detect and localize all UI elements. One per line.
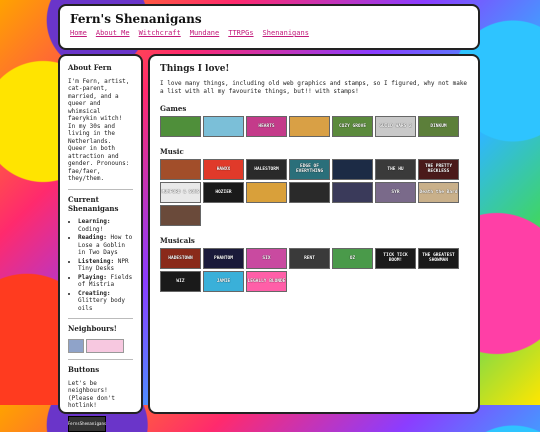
neighbour-button[interactable] — [68, 339, 84, 353]
list-item: Learning: Coding! — [78, 218, 133, 233]
neighbour-buttons — [68, 339, 133, 353]
stamp-tile[interactable]: HALESTORM — [246, 158, 287, 180]
stamp-tile[interactable]: DINKUM — [418, 115, 459, 137]
stamp-tile[interactable] — [160, 204, 201, 226]
nav-about-me[interactable]: About Me — [96, 29, 130, 37]
nav-mundane[interactable]: Mundane — [190, 29, 220, 37]
stamp-tile[interactable] — [160, 158, 201, 180]
divider — [68, 188, 133, 190]
section-heading: Games — [160, 103, 187, 113]
stamp-tile[interactable]: HEARTS — [246, 115, 287, 137]
main-content: Things I love! I love many things, inclu… — [148, 54, 480, 414]
list-item: Listening: NPR Tiny Desks — [78, 258, 133, 273]
stamp-tile[interactable]: LEGALLY BLONDE — [246, 270, 287, 292]
shenanigans-list: Learning: Coding! Reading: How to Lose a… — [68, 218, 133, 312]
sidebar: About Fern I'm Fern, artist, cat-parent,… — [58, 54, 143, 432]
site-title: Fern's Shenanigans — [70, 12, 202, 26]
stamp-tile[interactable]: HOZIER — [203, 181, 244, 203]
stamp-tile[interactable]: HAWXX — [203, 158, 244, 180]
header-panel: Fern's Shenanigans Home About Me Witchcr… — [58, 4, 480, 50]
nav-ttrpgs[interactable]: TTRPGs — [228, 29, 253, 37]
stamp-tile[interactable]: COZY GROVE — [332, 115, 373, 137]
buttons-heading: Buttons — [68, 365, 100, 374]
list-item: Playing: Fields of Mistria — [78, 274, 133, 289]
stamp-tile[interactable] — [289, 115, 330, 137]
intro-text: I love many things, including old web gr… — [160, 80, 468, 95]
stamp-tile[interactable]: GUILD WARS 2 — [375, 115, 416, 137]
list-item: Reading: How to Lose a Goblin in Two Day… — [78, 234, 133, 257]
about-text: I'm Fern, artist, cat-parent, married, a… — [68, 77, 130, 183]
stamp-tile[interactable]: TICK TICK BOOM! — [375, 247, 416, 269]
stamp-tile[interactable]: SIX — [246, 247, 287, 269]
stamp-tile[interactable] — [246, 181, 287, 203]
stamp-grid: HADESTOWN PHANTOM SIX RENT OZ TICK TICK BOOM!… — [160, 247, 468, 292]
stamp-tile[interactable] — [332, 158, 373, 180]
stamp-tile[interactable]: HADESTOWN — [160, 247, 201, 269]
stamp-tile[interactable]: SYR — [375, 181, 416, 203]
neighbours-heading: Neighbours! — [68, 324, 117, 334]
stamp-tile[interactable]: JAMIE — [203, 270, 244, 292]
stamp-tile[interactable]: OZ — [332, 247, 373, 269]
divider — [68, 318, 133, 320]
stamp-tile[interactable]: THE PRETTY RECKLESS — [418, 158, 459, 180]
stamp-tile[interactable] — [332, 181, 373, 203]
stamp-tile[interactable]: EDGE OF EVERYTHING — [289, 158, 330, 180]
site-button[interactable]: FernsShenanigans — [68, 415, 106, 432]
nav-shenanigans[interactable]: Shenanigans — [263, 29, 309, 37]
stamp-tile[interactable]: WIZ — [160, 270, 201, 292]
buttons-text: Let's be neighbours! (Please don't hotli… — [68, 379, 115, 410]
stamp-tile[interactable] — [160, 115, 201, 137]
shenanigans-heading: Current Shenanigans — [68, 194, 119, 213]
main-nav: Home About Me Witchcraft Mundane TTRPGs … — [70, 29, 468, 37]
about-heading: About Fern — [68, 63, 112, 72]
stamp-tile[interactable]: THE HU — [375, 158, 416, 180]
stamp-tile[interactable]: Death the Bard — [418, 181, 459, 203]
divider — [68, 359, 133, 360]
section-heading: Musicals — [160, 235, 195, 245]
stamp-grid: HEARTS COZY GROVE GUILD WARS 2 DINKUM — [160, 115, 468, 137]
stamp-tile[interactable] — [289, 181, 330, 203]
stamp-tile[interactable] — [203, 115, 244, 137]
neighbour-button[interactable] — [86, 339, 124, 353]
list-item: Creating: Glittery body oils — [78, 290, 133, 313]
stamp-tile[interactable]: THE GREATEST SHOWMAN — [418, 247, 459, 269]
stamp-tile[interactable]: MUMFORD & SONS — [160, 181, 201, 203]
stamp-sections: Games HEARTS COZY GROVE GUILD WARS 2 DINKUM M… — [160, 104, 468, 292]
section-heading: Music — [160, 146, 184, 156]
nav-witchcraft[interactable]: Witchcraft — [139, 29, 181, 37]
nav-home[interactable]: Home — [70, 29, 87, 37]
stamp-grid: HAWXX HALESTORM EDGE OF EVERYTHING THE HU TH… — [160, 158, 468, 226]
stamp-tile[interactable]: PHANTOM — [203, 247, 244, 269]
stamp-tile[interactable]: RENT — [289, 247, 330, 269]
page-title: Things I love! — [160, 64, 230, 74]
